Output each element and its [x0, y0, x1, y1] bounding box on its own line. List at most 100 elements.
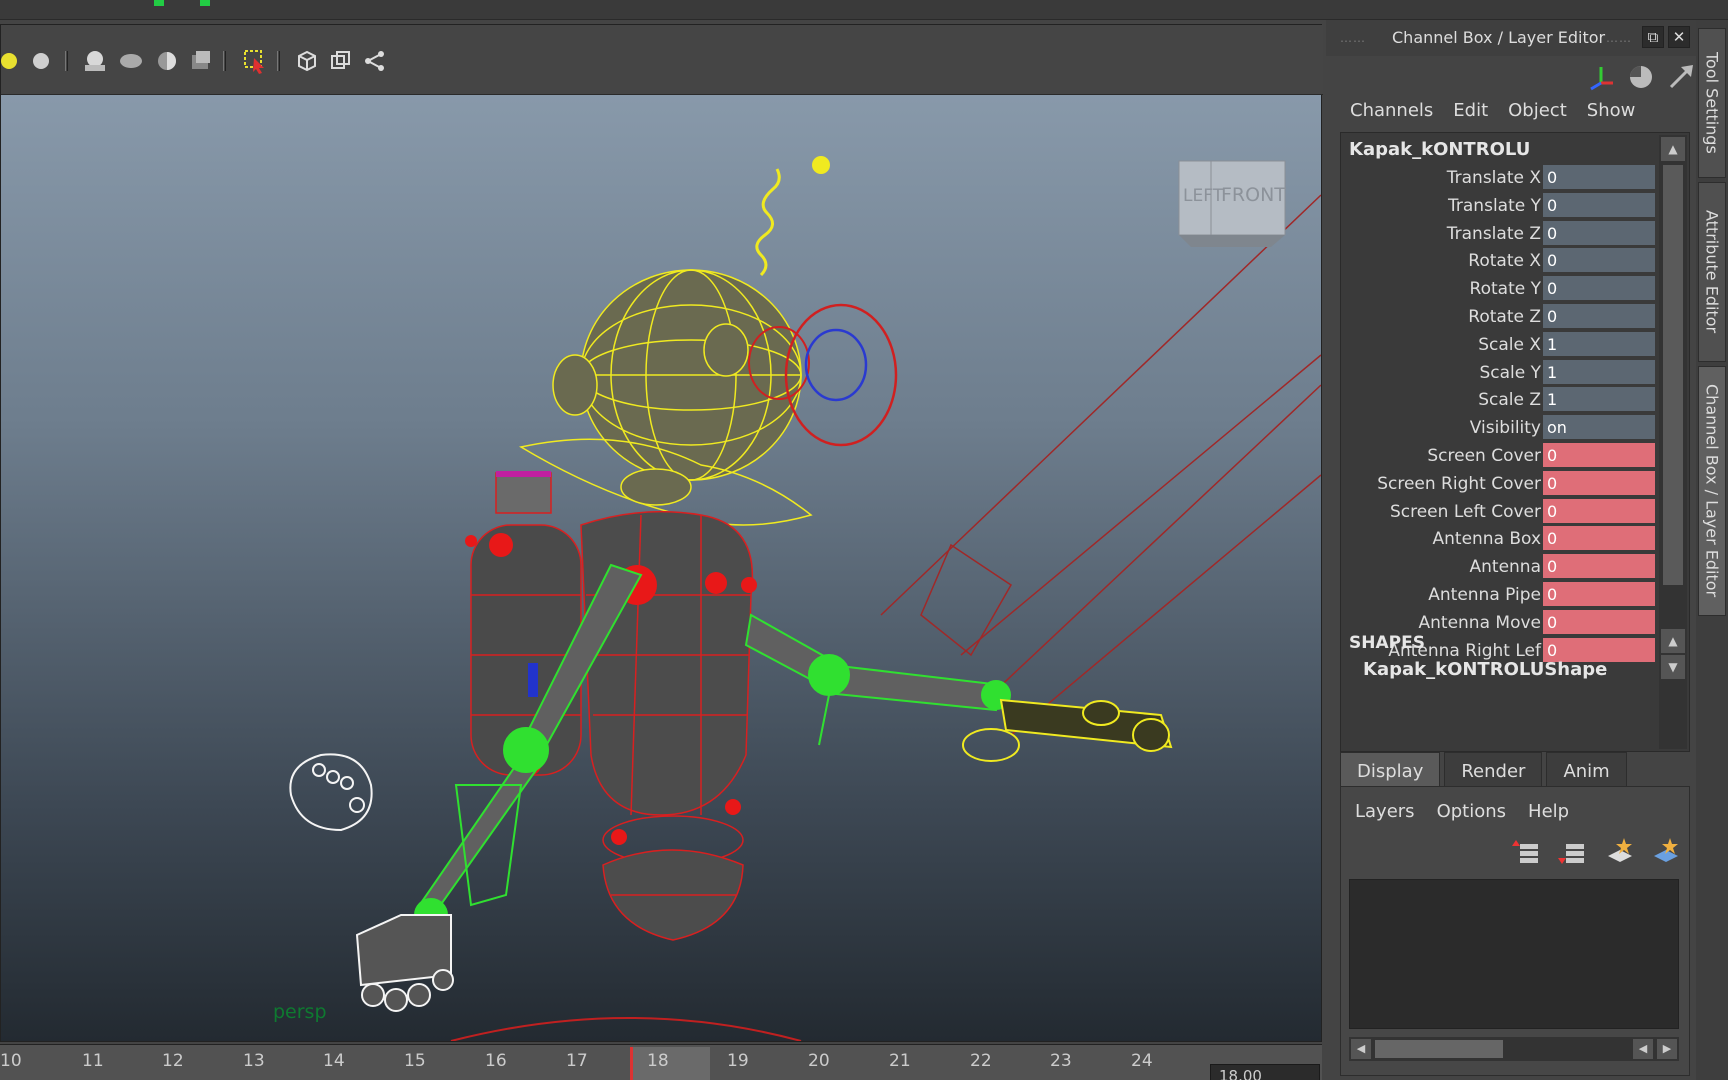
light-yellow-icon[interactable]	[0, 47, 23, 75]
channel-value-field[interactable]: 0	[1543, 220, 1655, 246]
tab-attribute-editor[interactable]: Attribute Editor	[1698, 182, 1726, 362]
manipulator-icon[interactable]	[1586, 62, 1616, 92]
channel-value-field[interactable]: 1	[1543, 331, 1655, 357]
close-icon[interactable]: ✕	[1668, 26, 1690, 48]
channel-row[interactable]: Screen Cover 0	[1345, 443, 1657, 469]
channel-label[interactable]: Antenna Pipe	[1428, 585, 1541, 605]
channel-value-field[interactable]: 0	[1543, 192, 1655, 218]
channel-row[interactable]: Rotate Y0	[1345, 276, 1657, 302]
channel-label[interactable]: Antenna	[1470, 557, 1542, 577]
channel-label[interactable]: Screen Right Cover	[1377, 474, 1541, 494]
channel-label[interactable]: Screen Left Cover	[1390, 502, 1541, 522]
channel-value-field[interactable]: 0	[1543, 304, 1655, 329]
channel-list-scrollbar[interactable]: ▲ ▲ ▼	[1659, 135, 1687, 749]
light-gray-icon[interactable]	[27, 47, 55, 75]
channel-value-field[interactable]: 0	[1543, 443, 1655, 468]
menu-layers[interactable]: Layers	[1355, 801, 1415, 822]
drag-grip-icon[interactable]: ⋯⋯	[1606, 34, 1632, 48]
shade-smooth-icon[interactable]	[81, 47, 109, 75]
channel-value-field[interactable]: 0	[1543, 498, 1655, 524]
scroll-left-icon[interactable]: ◀	[1633, 1039, 1653, 1059]
scroll-up-icon[interactable]: ▲	[1661, 137, 1685, 161]
menu-edit[interactable]: Edit	[1453, 100, 1488, 121]
channel-row[interactable]: Rotate Z0	[1345, 304, 1657, 330]
float-window-icon[interactable]: ⧉	[1642, 26, 1664, 48]
drag-grip-icon[interactable]: ⋯⋯	[1340, 34, 1366, 48]
channel-value-field[interactable]: 1	[1543, 359, 1655, 385]
channel-row[interactable]: Antenna 0	[1345, 554, 1657, 580]
scroll-down-icon[interactable]: ▼	[1661, 655, 1685, 679]
channel-row[interactable]: Translate Z0	[1345, 220, 1657, 247]
channel-label[interactable]: Scale Y	[1479, 363, 1541, 383]
channel-value-field[interactable]: 0	[1543, 526, 1655, 552]
new-layer-icon[interactable]	[1603, 835, 1635, 867]
view-cube[interactable]: LEFT FRONT	[1178, 160, 1286, 247]
channel-label[interactable]: Rotate X	[1468, 251, 1541, 271]
menu-channels[interactable]: Channels	[1350, 100, 1433, 121]
channel-value-field[interactable]: 0	[1543, 165, 1655, 190]
channel-row[interactable]: Antenna Pipe 0	[1345, 582, 1657, 608]
channel-value-field[interactable]: 0	[1543, 470, 1655, 496]
scroll-right-icon[interactable]: ▶	[1657, 1039, 1677, 1059]
channel-value-field[interactable]: 0	[1543, 554, 1655, 580]
tab-display[interactable]: Display	[1340, 752, 1441, 788]
scroll-left-icon[interactable]: ◀	[1351, 1039, 1371, 1059]
channel-label[interactable]: Screen Cover	[1427, 446, 1541, 466]
tab-channel-box-layer-editor[interactable]: Channel Box / Layer Editor	[1698, 366, 1726, 616]
channel-label[interactable]: Translate X	[1447, 168, 1541, 188]
time-slider[interactable]: 18 10 11 12 13 14 15 16 17 19 20 21 22 2…	[0, 1044, 1322, 1080]
viewport-panel[interactable]: LEFT FRONT persp	[0, 24, 1323, 1042]
channel-label[interactable]: Scale X	[1478, 335, 1541, 355]
layer-move-up-icon[interactable]	[1511, 835, 1543, 867]
channel-label[interactable]: Antenna Box	[1433, 529, 1542, 549]
tab-render[interactable]: Render	[1444, 752, 1543, 788]
shade-half-icon[interactable]	[153, 47, 181, 75]
channel-label[interactable]: Visibility	[1470, 418, 1541, 438]
speed-icon[interactable]	[1626, 62, 1656, 92]
layer-list[interactable]	[1349, 879, 1679, 1029]
channel-row[interactable]: Translate X0	[1345, 165, 1657, 191]
menu-object[interactable]: Object	[1508, 100, 1567, 121]
channel-row[interactable]: Visibility on	[1345, 415, 1657, 441]
shade-flat-icon[interactable]	[117, 47, 145, 75]
channel-label[interactable]: Rotate Y	[1470, 279, 1541, 299]
channel-row[interactable]: Scale Z1	[1345, 387, 1657, 413]
node-name[interactable]: Kapak_kONTROLU	[1349, 139, 1530, 160]
menu-help[interactable]: Help	[1528, 801, 1569, 822]
layer-move-down-icon[interactable]	[1557, 835, 1589, 867]
channel-row[interactable]: Screen Right Cover 0	[1345, 470, 1657, 497]
channel-label[interactable]: Scale Z	[1478, 390, 1541, 410]
channel-label[interactable]: Translate Y	[1448, 196, 1541, 216]
current-frame-field[interactable]: 18.00	[1210, 1064, 1320, 1080]
tab-tool-settings[interactable]: Tool Settings	[1698, 28, 1726, 178]
channel-row[interactable]: Translate Y0	[1345, 192, 1657, 219]
duplicate-icon[interactable]	[327, 47, 355, 75]
channel-value-field[interactable]: 0	[1543, 276, 1655, 302]
channel-value-field[interactable]: 0	[1543, 248, 1655, 274]
share-icon[interactable]	[361, 47, 389, 75]
channel-value-field[interactable]: 0	[1543, 609, 1655, 635]
channel-row[interactable]: Scale Y1	[1345, 359, 1657, 386]
channel-row[interactable]: Rotate X0	[1345, 248, 1657, 274]
scroll-up-icon[interactable]: ▲	[1661, 629, 1685, 653]
channel-label[interactable]: Antenna Move	[1419, 613, 1542, 633]
viewport-scene[interactable]: LEFT FRONT persp	[1, 95, 1321, 1041]
scroll-thumb[interactable]	[1663, 165, 1683, 585]
menu-show[interactable]: Show	[1587, 100, 1636, 121]
current-frame-marker[interactable]: 18	[630, 1047, 710, 1080]
scroll-thumb[interactable]	[1375, 1040, 1503, 1058]
channel-row[interactable]: Scale X1	[1345, 331, 1657, 358]
tab-anim[interactable]: Anim	[1546, 752, 1627, 788]
channel-row[interactable]: Antenna Move 0	[1345, 609, 1657, 636]
channel-value-field[interactable]: on	[1543, 415, 1655, 441]
channel-label[interactable]: Translate Z	[1447, 224, 1541, 244]
shape-node-name[interactable]: Kapak_kONTROLUShape	[1363, 659, 1607, 680]
channel-value-field[interactable]: 1	[1543, 387, 1655, 413]
channel-row[interactable]: Screen Left Cover 0	[1345, 498, 1657, 525]
cube-icon[interactable]	[293, 47, 321, 75]
select-icon[interactable]	[241, 47, 269, 75]
channel-value-field[interactable]: 0	[1543, 582, 1655, 607]
channel-row[interactable]: Antenna Box 0	[1345, 526, 1657, 552]
shade-box-icon[interactable]	[187, 47, 215, 75]
pointer-icon[interactable]	[1666, 62, 1696, 92]
